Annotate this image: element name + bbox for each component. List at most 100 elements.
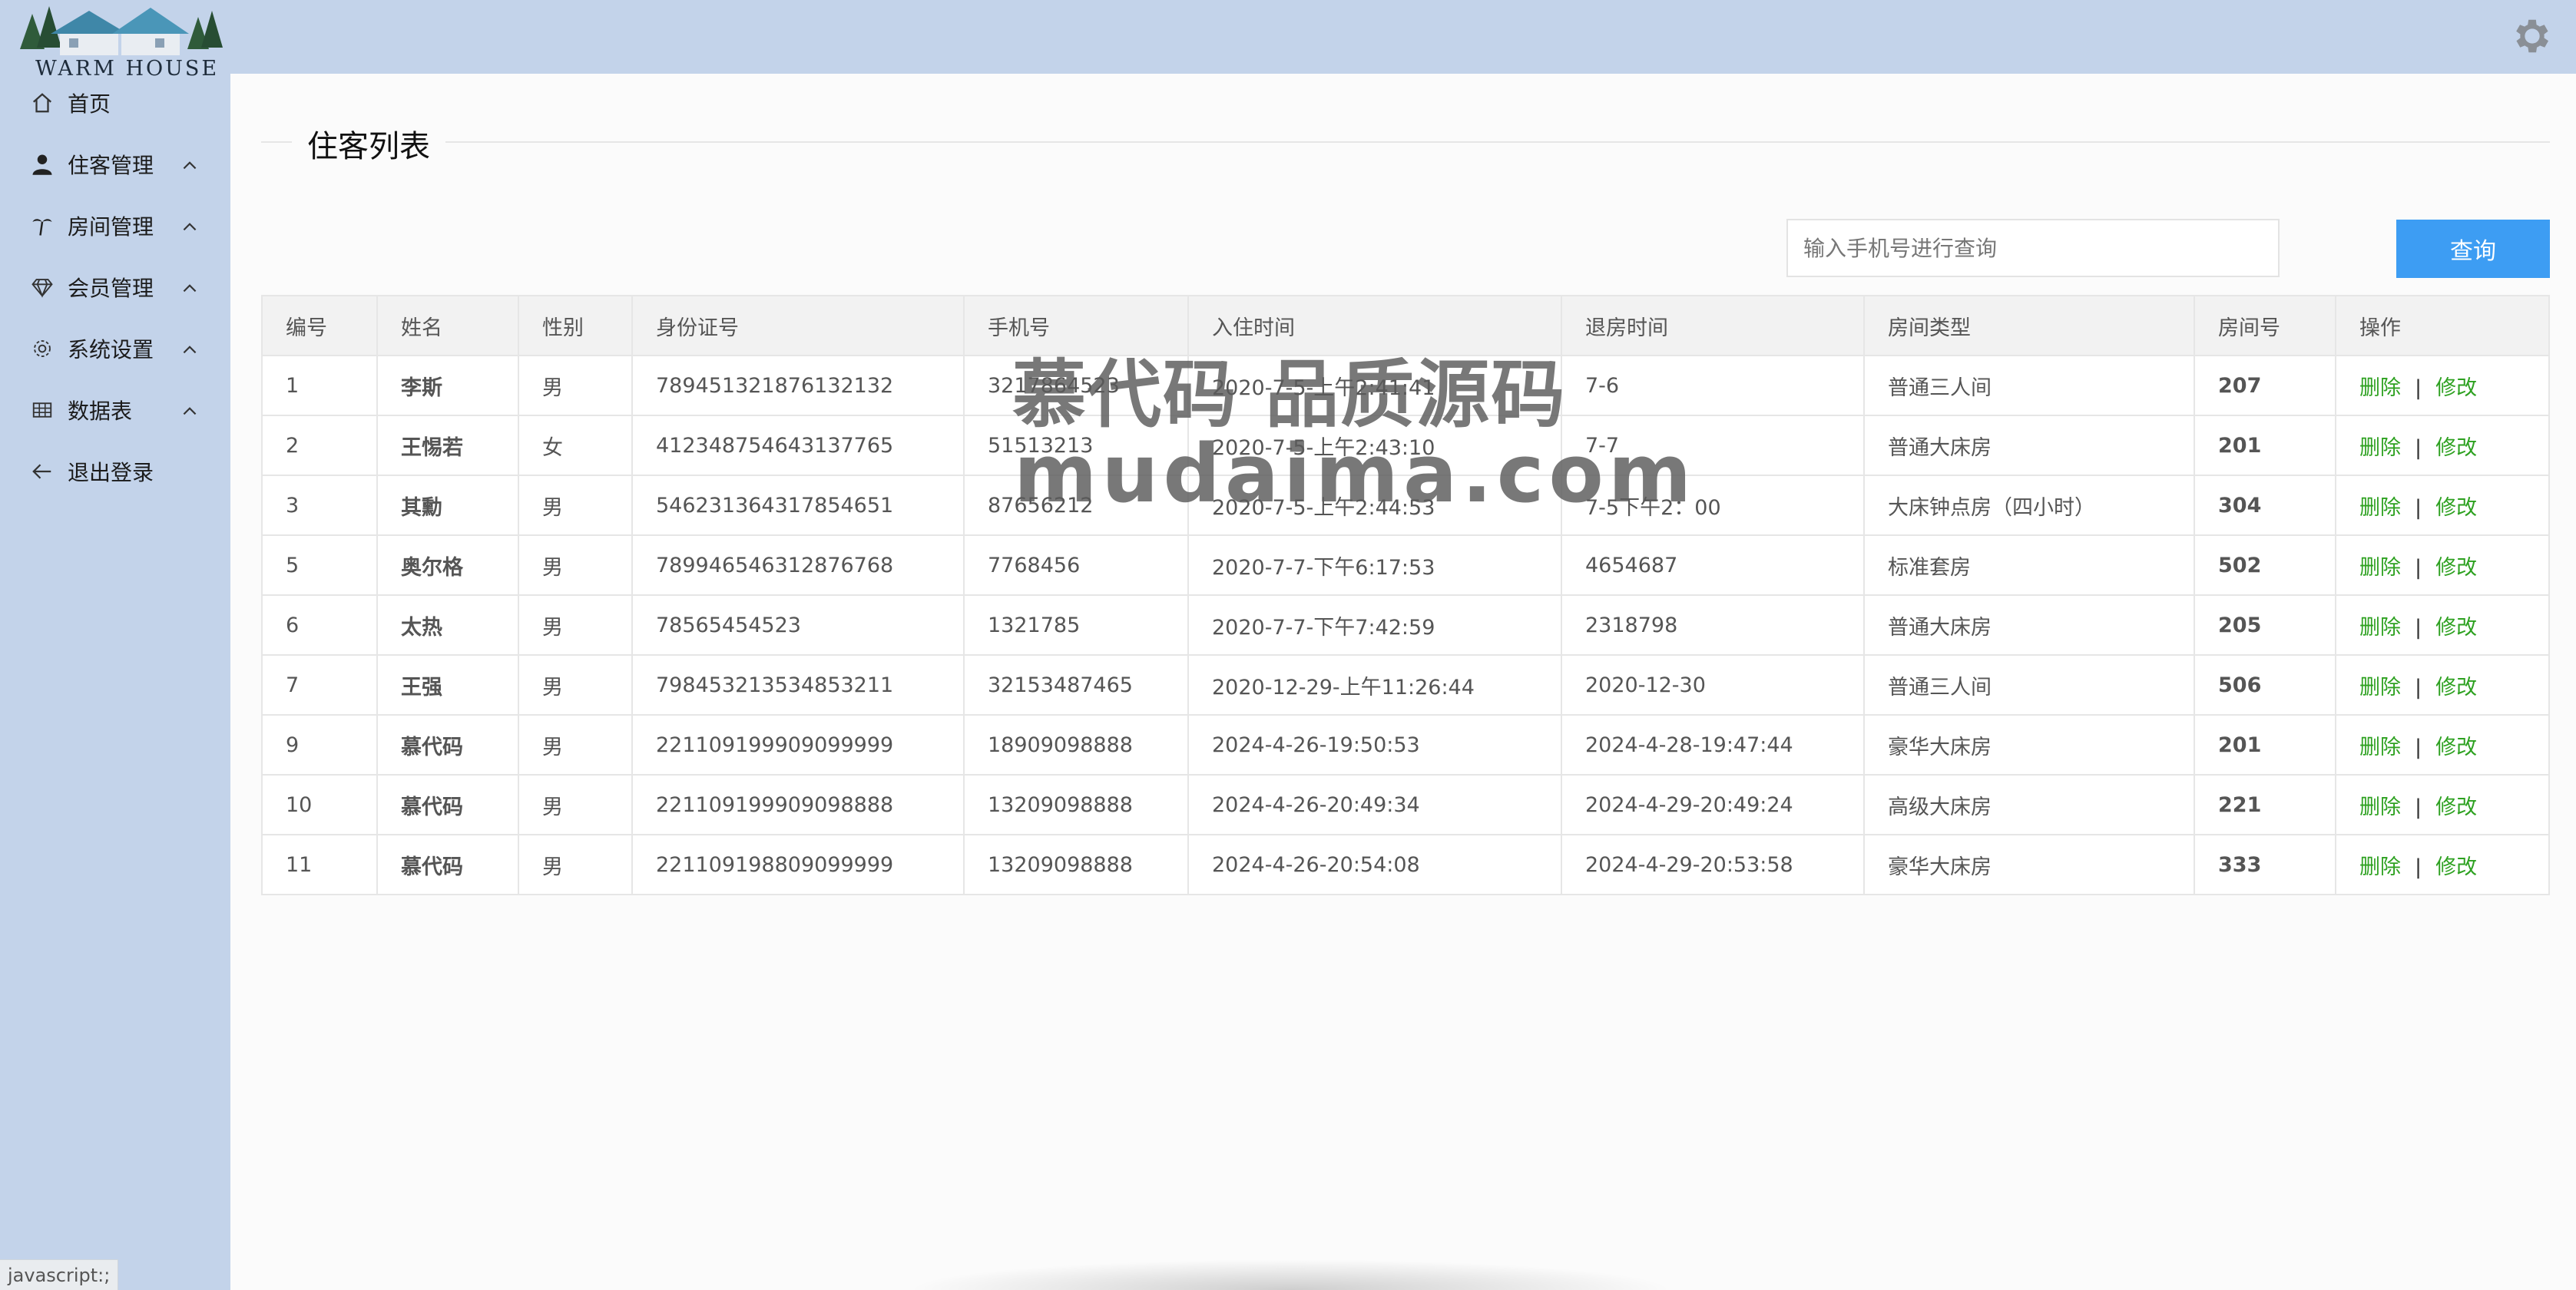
delete-link[interactable]: 删除 (2359, 376, 2401, 400)
edit-link[interactable]: 修改 (2435, 796, 2477, 819)
home-icon (29, 90, 55, 116)
sidebar-item-home[interactable]: 首页 (29, 80, 214, 126)
table-header-row: 编号 姓名 性别 身份证号 手机号 入住时间 退房时间 房间类型 房间号 操作 (261, 295, 2550, 356)
table-cell: 13209098888 (963, 774, 1189, 835)
table-cell: 7-5下午2：00 (1561, 475, 1865, 536)
delete-link[interactable]: 删除 (2359, 496, 2401, 520)
table-cell: 王强 (376, 654, 519, 716)
edit-link[interactable]: 修改 (2435, 616, 2477, 640)
table-row: 9 慕代码男 221109199909099999 18909098888 2024-4… (261, 714, 2550, 776)
column-header: 退房时间 (1561, 295, 1865, 356)
row-actions: 删除 | 修改 (2335, 475, 2550, 536)
table-cell: 201 (2194, 415, 2336, 476)
table-cell: 5 (261, 534, 378, 596)
table-cell: 87656212 (963, 475, 1189, 536)
table-cell: 221 (2194, 774, 2336, 835)
sidebar-item-member-management[interactable]: 会员管理 (29, 264, 214, 310)
column-header: 手机号 (963, 295, 1189, 356)
column-header: 操作 (2335, 295, 2550, 356)
table-cell: 2020-7-5-上午2:44:53 (1187, 475, 1562, 536)
table-cell: 2020-12-29-上午11:26:44 (1187, 654, 1562, 716)
delete-link[interactable]: 删除 (2359, 556, 2401, 580)
settings-gear-icon[interactable] (2510, 14, 2554, 58)
table-row: 10 慕代码男 221109199909098888 13209098888 2024-… (261, 774, 2550, 835)
edit-link[interactable]: 修改 (2435, 736, 2477, 759)
action-separator: | (2415, 495, 2422, 520)
table-cell: 男 (518, 534, 633, 596)
table-cell: 2024-4-26-19:50:53 (1187, 714, 1562, 776)
table-cell: 10 (261, 774, 378, 835)
table-cell: 男 (518, 475, 633, 536)
delete-link[interactable]: 删除 (2359, 796, 2401, 819)
table-cell: 普通大床房 (1863, 415, 2195, 476)
table-cell: 7-7 (1561, 415, 1865, 476)
edit-link[interactable]: 修改 (2435, 496, 2477, 520)
table-cell: 7-6 (1561, 355, 1865, 416)
chevron-up-icon (183, 346, 197, 354)
table-cell: 789451321876132132 (631, 355, 965, 416)
table-cell: 男 (518, 594, 633, 656)
column-header: 性别 (518, 295, 633, 356)
table-cell: 标准套房 (1863, 534, 2195, 596)
table-cell: 慕代码 (376, 714, 519, 776)
logo[interactable]: WARM HOUSE (5, 0, 232, 81)
table-cell: 男 (518, 714, 633, 776)
table-cell: 高级大床房 (1863, 774, 2195, 835)
sidebar-item-data-tables[interactable]: 数据表 (29, 387, 214, 433)
table-cell: 2020-12-30 (1561, 654, 1865, 716)
delete-link[interactable]: 删除 (2359, 676, 2401, 700)
row-actions: 删除 | 修改 (2335, 714, 2550, 776)
edit-link[interactable]: 修改 (2435, 436, 2477, 460)
table-row: 2 王惕若女 412348754643137765 51513213 2020-7-5-… (261, 415, 2550, 476)
table-cell: 其勳 (376, 475, 519, 536)
delete-link[interactable]: 删除 (2359, 736, 2401, 759)
diamond-icon (29, 274, 55, 300)
table-cell: 7768456 (963, 534, 1189, 596)
row-actions: 删除 | 修改 (2335, 834, 2550, 895)
edit-link[interactable]: 修改 (2435, 855, 2477, 879)
page-title: 住客列表 (292, 121, 445, 166)
title-divider (261, 141, 2550, 143)
action-separator: | (2415, 615, 2422, 640)
chevron-up-icon (183, 223, 197, 231)
phone-search-input[interactable] (1786, 219, 2280, 277)
page-title-fieldset: 住客列表 (261, 112, 2550, 170)
table-row: 11 慕代码男 221109198809099999 13209098888 2024-… (261, 834, 2550, 895)
delete-link[interactable]: 删除 (2359, 616, 2401, 640)
search-button[interactable]: 查询 (2396, 220, 2550, 278)
delete-link[interactable]: 删除 (2359, 436, 2401, 460)
table-cell: 2020-7-7-下午6:17:53 (1187, 534, 1562, 596)
chevron-up-icon (183, 284, 197, 293)
table-cell: 221109199909098888 (631, 774, 965, 835)
row-actions: 删除 | 修改 (2335, 415, 2550, 476)
edit-link[interactable]: 修改 (2435, 676, 2477, 700)
table-cell: 2020-7-5-上午2:43:10 (1187, 415, 1562, 476)
table-icon (29, 397, 55, 423)
sidebar-item-label: 住客管理 (68, 153, 154, 178)
edit-link[interactable]: 修改 (2435, 376, 2477, 400)
table-cell: 1 (261, 355, 378, 416)
table-cell: 506 (2194, 654, 2336, 716)
table-row: 6 太热男 78565454523 1321785 2020-7-7-下午7:42:59… (261, 594, 2550, 656)
sidebar-item-room-management[interactable]: 房间管理 (29, 203, 214, 249)
table-cell: 慕代码 (376, 834, 519, 895)
sidebar (0, 74, 230, 1290)
column-header: 入住时间 (1187, 295, 1562, 356)
sidebar-item-system-settings[interactable]: 系统设置 (29, 326, 214, 372)
table-cell: 502 (2194, 534, 2336, 596)
table-cell: 豪华大床房 (1863, 834, 2195, 895)
table-cell: 3 (261, 475, 378, 536)
sidebar-item-logout[interactable]: 退出登录 (29, 448, 214, 495)
table-cell: 78565454523 (631, 594, 965, 656)
column-header: 房间号 (2194, 295, 2336, 356)
delete-link[interactable]: 删除 (2359, 855, 2401, 879)
sidebar-item-guest-management[interactable]: 住客管理 (29, 141, 214, 187)
edit-link[interactable]: 修改 (2435, 556, 2477, 580)
table-cell: 221109198809099999 (631, 834, 965, 895)
sidebar-item-label: 数据表 (68, 399, 133, 424)
table-cell: 普通大床房 (1863, 594, 2195, 656)
table-cell: 2024-4-29-20:49:24 (1561, 774, 1865, 835)
table-cell: 3217864523 (963, 355, 1189, 416)
chevron-up-icon (183, 407, 197, 415)
top-bar (0, 0, 2576, 74)
